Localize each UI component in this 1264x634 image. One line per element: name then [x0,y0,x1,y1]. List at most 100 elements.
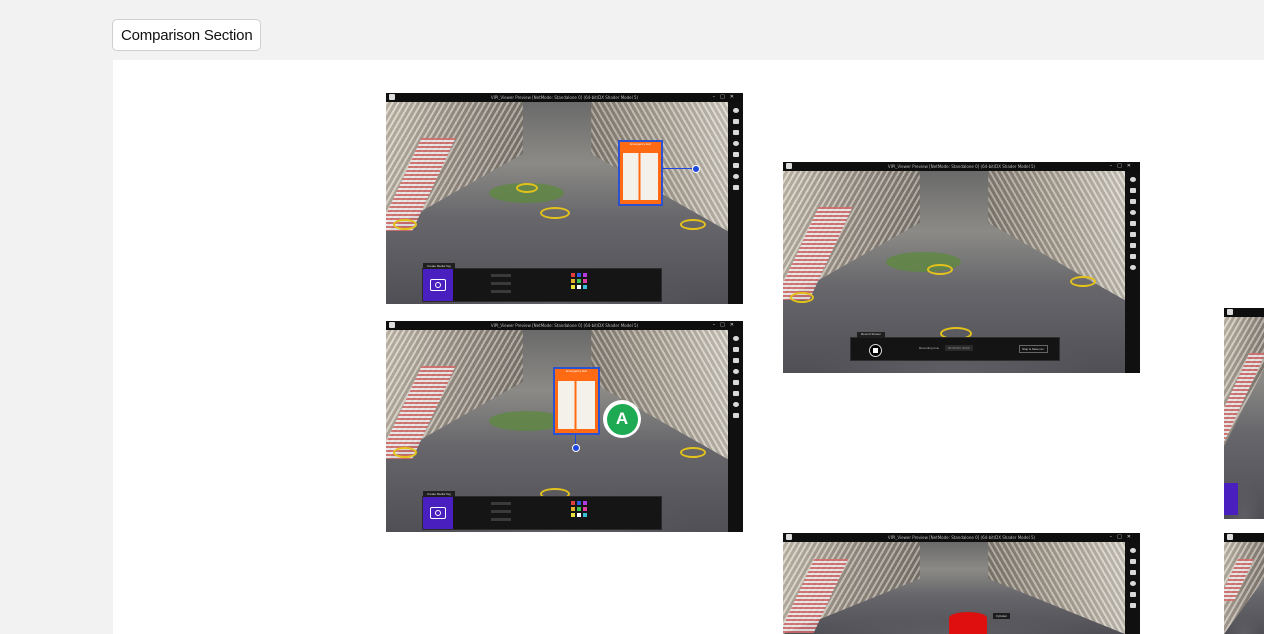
record-screen-panel: Record Screen Recording time 00:00:00 | … [850,332,1060,361]
toggle-icon[interactable] [732,336,739,341]
setting-field[interactable] [491,502,511,505]
safety-sign-title: Emergency Exit [620,142,661,152]
measure-icon[interactable] [1129,199,1136,204]
unreal-logo-icon [1227,534,1233,540]
target-icon[interactable] [732,402,739,407]
target-icon[interactable] [732,174,739,179]
settings-icon[interactable] [1129,581,1136,586]
screenshot-frame-6[interactable] [1224,533,1264,634]
video-icon[interactable] [1129,592,1136,597]
annotation-badge-letter: A [606,403,638,435]
measure-icon[interactable] [732,358,739,363]
tunnel-wall-right [988,542,1125,634]
tunnel-scene: Emergency Exit Create Media Tag [386,102,728,304]
video-icon[interactable] [1129,243,1136,248]
camera-tile[interactable] [1224,483,1238,515]
window-titlebar [1224,533,1264,542]
window-controls-icon: –□✕ [1109,163,1136,169]
safety-sign-body [623,153,658,201]
toggle-icon[interactable] [732,108,739,113]
screenshot-frame-4[interactable]: VIPI_Viewer Preview [NetMode: Standalone… [783,533,1140,634]
tunnel-scene: Emergency Exit A Create Media Tag [386,330,728,532]
measure-icon[interactable] [732,130,739,135]
type-field[interactable] [491,510,511,513]
window-titlebar [1224,308,1264,317]
layers-icon[interactable] [1129,559,1136,564]
recording-time-value: 00:00:00 | 00:00 [945,345,973,351]
create-media-tag-panel: Create Media Tag [422,263,662,302]
stop-save-button[interactable]: Stop & Save rec. [1019,345,1048,353]
target-icon[interactable] [1129,265,1136,270]
screenshot-frame-2[interactable]: VIPI_Viewer Preview [NetMode: Standalone… [386,321,743,532]
camera-tile[interactable] [423,269,453,301]
record-stop-button[interactable] [869,344,882,357]
comparison-section-label: Comparison Section [112,19,262,51]
splash-icon[interactable] [732,163,739,168]
window-title: VIPI_Viewer Preview [NetMode: Standalone… [887,535,1036,540]
safety-sign-body [558,380,595,430]
layers-icon[interactable] [732,119,739,124]
cylinder-tag: Cylinder [993,613,1011,619]
tunnel-wall-right [591,330,728,460]
unreal-logo-icon [1227,309,1233,315]
window-titlebar: VIPI_Viewer Preview [NetMode: Standalone… [783,162,1140,171]
splash-icon[interactable] [1129,603,1136,608]
video-icon[interactable] [732,380,739,385]
camera-tile[interactable] [423,497,453,529]
annotation-badge: A [603,400,641,438]
source-field[interactable] [491,290,511,293]
window-title: VIPI_Viewer Preview [NetMode: Standalone… [887,164,1036,169]
floor-marker-ring [392,447,417,459]
tool-sidebar [728,102,743,304]
media-icon[interactable] [1129,221,1136,226]
floor-marker-ring [539,207,570,220]
floor-marker-ring [1070,276,1097,288]
screenshot-frame-5[interactable] [1224,308,1264,519]
tunnel-scene [1224,542,1264,634]
settings-icon[interactable] [1129,210,1136,215]
window-titlebar: VIPI_Viewer Preview [NetMode: Standalone… [386,93,743,102]
unreal-logo-icon [389,94,395,100]
window-controls-icon: –□✕ [712,322,739,328]
safety-sign[interactable]: Emergency Exit [618,140,663,206]
media-icon[interactable] [732,185,739,190]
tool-sidebar [1125,542,1140,634]
color-swatches[interactable] [571,273,587,289]
red-cylinder-object[interactable] [949,612,987,634]
tunnel-scene: Cylinder [783,542,1125,634]
safety-sign-title: Emergency Exit [555,369,598,380]
panel-title: Record Screen [857,332,886,338]
floor-marker-ring [680,219,707,231]
tag-pin-line [663,168,695,169]
media-icon[interactable] [732,413,739,418]
floor-marker-ring [789,292,814,304]
tag-pin-handle[interactable] [572,444,580,452]
type-field[interactable] [491,282,511,285]
measure-icon[interactable] [1129,570,1136,575]
screenshot-frame-3[interactable]: VIPI_Viewer Preview [NetMode: Standalone… [783,162,1140,373]
tunnel-wall-right [988,171,1125,301]
toggle-icon[interactable] [1129,548,1136,553]
layers-icon[interactable] [732,347,739,352]
source-field[interactable] [491,518,511,521]
forward-icon[interactable] [1129,232,1136,237]
color-swatches[interactable] [571,501,587,517]
toggle-icon[interactable] [1129,177,1136,182]
screenshot-frame-1[interactable]: VIPI_Viewer Preview [NetMode: Standalone… [386,93,743,304]
splash-icon[interactable] [1129,254,1136,259]
window-controls-icon: –□✕ [1109,534,1136,540]
splash-icon[interactable] [732,391,739,396]
unreal-logo-icon [786,534,792,540]
layers-icon[interactable] [1129,188,1136,193]
video-icon[interactable] [732,152,739,157]
recording-time-label: Recording time [919,346,940,350]
tag-pin-handle[interactable] [692,165,700,173]
settings-icon[interactable] [732,369,739,374]
window-title: VIPI_Viewer Preview [NetMode: Standalone… [490,323,639,328]
camera-icon [430,507,446,519]
settings-icon[interactable] [732,141,739,146]
setting-field[interactable] [491,274,511,277]
window-titlebar: VIPI_Viewer Preview [NetMode: Standalone… [783,533,1140,542]
safety-sign[interactable]: Emergency Exit [553,367,600,435]
tunnel-scene [1224,317,1264,519]
